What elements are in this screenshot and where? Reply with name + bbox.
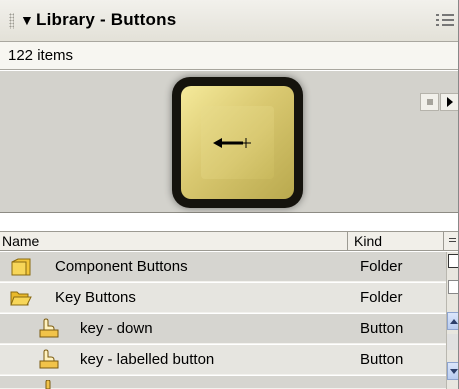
panel-title-bar[interactable]: ▼ Library - Buttons [0, 0, 458, 42]
folder-open-icon [10, 291, 32, 306]
scrollbar-checkbox[interactable] [448, 280, 458, 294]
library-list: Name Kind Component Buttons Folder Key B [0, 213, 458, 389]
chevron-up-icon [450, 319, 458, 324]
library-panel: ▼ Library - Buttons 122 items Name Kind … [0, 0, 459, 389]
list-item-key-labelled-button[interactable]: key - labelled button Button [0, 345, 446, 375]
list-item-key-down[interactable]: key - down Button [0, 314, 446, 344]
preview-controls [420, 93, 458, 111]
left-arrow-icon [213, 138, 251, 148]
panel-title: Library - Buttons [36, 10, 177, 29]
stop-button[interactable] [420, 93, 439, 111]
item-name: Key Buttons [55, 289, 136, 306]
options-menu-icon[interactable] [436, 13, 454, 27]
symbol-preview [0, 71, 458, 213]
item-name: key - labelled button [80, 351, 215, 368]
list-item-component-buttons[interactable]: Component Buttons Folder [0, 252, 446, 282]
play-icon [447, 97, 453, 107]
item-count: 122 items [8, 47, 74, 64]
list-item-partial[interactable] [0, 376, 446, 389]
scroll-down-button[interactable] [447, 362, 458, 380]
item-name: key - down [80, 320, 153, 337]
key-face [201, 106, 274, 179]
folder-closed-icon [11, 258, 31, 276]
item-kind: Button [360, 351, 404, 368]
sort-order-button[interactable] [446, 231, 458, 251]
stop-icon [427, 99, 433, 105]
key-bevel [181, 86, 294, 199]
scrollbar-checkbox[interactable] [448, 254, 458, 268]
item-kind: Button [360, 320, 404, 337]
list-item-key-buttons[interactable]: Key Buttons Folder [0, 283, 446, 313]
column-header-name[interactable]: Name [0, 232, 348, 250]
item-kind: Folder [360, 258, 403, 275]
triangle-down-icon[interactable]: ▼ [20, 12, 34, 28]
list-header: Name Kind [0, 231, 446, 251]
item-name: Component Buttons [55, 258, 188, 275]
play-button[interactable] [440, 93, 458, 111]
button-symbol-icon [39, 318, 59, 338]
button-symbol-icon [45, 380, 51, 389]
button-symbol-icon [39, 349, 59, 369]
vertical-scrollbar[interactable] [446, 252, 458, 389]
item-kind: Folder [360, 289, 403, 306]
key-button-preview [172, 77, 303, 208]
column-header-kind[interactable]: Kind [348, 232, 444, 250]
drag-grip-icon[interactable] [9, 13, 14, 29]
list-rows: Component Buttons Folder Key Buttons Fol… [0, 252, 446, 389]
scroll-up-button[interactable] [447, 312, 458, 330]
item-count-bar: 122 items [0, 42, 458, 70]
scroll-thumb[interactable] [447, 334, 458, 350]
chevron-down-icon [450, 369, 458, 374]
